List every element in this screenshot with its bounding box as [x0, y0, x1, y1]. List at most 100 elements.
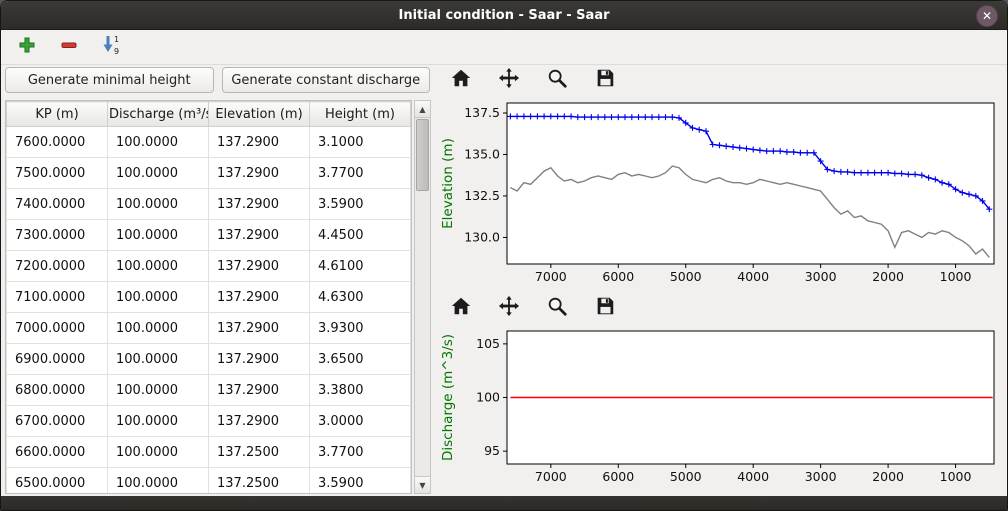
table-cell[interactable]: 137.2500: [209, 437, 310, 468]
table-cell[interactable]: 137.2900: [209, 375, 310, 406]
close-button[interactable]: ✕: [976, 5, 998, 27]
table-cell[interactable]: 137.2900: [209, 158, 310, 189]
table-row[interactable]: 7000.0000100.0000137.29003.9300: [7, 313, 411, 344]
column-header-discharge[interactable]: Discharge (m³/s): [108, 102, 209, 127]
column-header-kp[interactable]: KP (m): [7, 102, 108, 127]
add-row-button[interactable]: [13, 33, 41, 61]
table-cell[interactable]: 100.0000: [108, 406, 209, 437]
home-button[interactable]: [447, 66, 475, 94]
table-cell[interactable]: 4.4500: [310, 220, 411, 251]
main-toolbar: 1 9: [1, 30, 1007, 65]
svg-text:5000: 5000: [670, 269, 702, 284]
arrow-down-icon: ▼: [419, 481, 425, 490]
column-header-elevation[interactable]: Elevation (m): [209, 102, 310, 127]
generate-minimal-height-button[interactable]: Generate minimal height: [5, 67, 214, 93]
table-row[interactable]: 7200.0000100.0000137.29004.6100: [7, 251, 411, 282]
discharge-chart[interactable]: 700060005000400030002000100095100105Disc…: [437, 324, 1003, 492]
home-button[interactable]: [447, 294, 475, 322]
table-cell[interactable]: 7300.0000: [7, 220, 108, 251]
generate-constant-discharge-button[interactable]: Generate constant discharge: [222, 67, 431, 93]
table-cell[interactable]: 3.3800: [310, 375, 411, 406]
table-cell[interactable]: 7600.0000: [7, 127, 108, 158]
scroll-down-button[interactable]: ▼: [415, 476, 430, 493]
table-row[interactable]: 7300.0000100.0000137.29004.4500: [7, 220, 411, 251]
pan-button[interactable]: [495, 66, 523, 94]
table-cell[interactable]: 7500.0000: [7, 158, 108, 189]
table-cell[interactable]: 3.1000: [310, 127, 411, 158]
table-cell[interactable]: 100.0000: [108, 158, 209, 189]
table-cell[interactable]: 137.2900: [209, 251, 310, 282]
table-cell[interactable]: 100.0000: [108, 437, 209, 468]
table-cell[interactable]: 3.5900: [310, 468, 411, 495]
table-row[interactable]: 7400.0000100.0000137.29003.5900: [7, 189, 411, 220]
table-cell[interactable]: 3.5900: [310, 189, 411, 220]
table-cell[interactable]: 6800.0000: [7, 375, 108, 406]
save-button[interactable]: [591, 294, 619, 322]
table-cell[interactable]: 137.2900: [209, 189, 310, 220]
table-cell[interactable]: 3.7700: [310, 437, 411, 468]
table-cell[interactable]: 100.0000: [108, 344, 209, 375]
zoom-button[interactable]: [543, 66, 571, 94]
table-cell[interactable]: 4.6300: [310, 282, 411, 313]
table-cell[interactable]: 100.0000: [108, 375, 209, 406]
table-row[interactable]: 6600.0000100.0000137.25003.7700: [7, 437, 411, 468]
table-cell[interactable]: 137.2900: [209, 220, 310, 251]
table-cell[interactable]: 137.2900: [209, 313, 310, 344]
svg-text:5000: 5000: [670, 469, 702, 484]
table-cell[interactable]: 7000.0000: [7, 313, 108, 344]
svg-text:4000: 4000: [737, 469, 769, 484]
column-header-height[interactable]: Height (m): [310, 102, 411, 127]
title-bar[interactable]: Initial condition - Saar - Saar ✕: [1, 1, 1007, 30]
table-cell[interactable]: 137.2900: [209, 282, 310, 313]
table-cell[interactable]: 100.0000: [108, 220, 209, 251]
svg-text:135.0: 135.0: [464, 146, 500, 161]
svg-text:2000: 2000: [872, 269, 904, 284]
scroll-up-button[interactable]: ▲: [415, 101, 430, 118]
table-row[interactable]: 6900.0000100.0000137.29003.6500: [7, 344, 411, 375]
svg-text:Discharge (m^3/s): Discharge (m^3/s): [440, 334, 456, 461]
table-cell[interactable]: 100.0000: [108, 127, 209, 158]
generate-buttons-row: Generate minimal height Generate constan…: [1, 64, 434, 99]
table-cell[interactable]: 6500.0000: [7, 468, 108, 495]
table-cell[interactable]: 6900.0000: [7, 344, 108, 375]
table-cell[interactable]: 3.9300: [310, 313, 411, 344]
table-row[interactable]: 7500.0000100.0000137.29003.7700: [7, 158, 411, 189]
table-cell[interactable]: 7400.0000: [7, 189, 108, 220]
table-cell[interactable]: 3.0000: [310, 406, 411, 437]
table-cell[interactable]: 3.6500: [310, 344, 411, 375]
table-cell[interactable]: 100.0000: [108, 282, 209, 313]
table-cell[interactable]: 137.2500: [209, 468, 310, 495]
save-button[interactable]: [591, 66, 619, 94]
table-cell[interactable]: 3.7700: [310, 158, 411, 189]
table-cell[interactable]: 137.2900: [209, 127, 310, 158]
table-cell[interactable]: 137.2900: [209, 406, 310, 437]
table-cell[interactable]: 100.0000: [108, 251, 209, 282]
table-cell[interactable]: 100.0000: [108, 468, 209, 495]
scrollbar-thumb[interactable]: [416, 119, 429, 191]
arrow-up-icon: ▲: [419, 105, 425, 114]
table-scrollbar[interactable]: ▲ ▼: [414, 100, 431, 494]
table-cell[interactable]: 7100.0000: [7, 282, 108, 313]
table-row[interactable]: 6500.0000100.0000137.25003.5900: [7, 468, 411, 495]
table-cell[interactable]: 137.2900: [209, 344, 310, 375]
sort-button[interactable]: 1 9: [97, 33, 125, 61]
table-cell[interactable]: 4.6100: [310, 251, 411, 282]
pan-button[interactable]: [495, 294, 523, 322]
zoom-button[interactable]: [543, 294, 571, 322]
table-cell[interactable]: 6700.0000: [7, 406, 108, 437]
table-row[interactable]: 6700.0000100.0000137.29003.0000: [7, 406, 411, 437]
table-cell[interactable]: 7200.0000: [7, 251, 108, 282]
table-row[interactable]: 6800.0000100.0000137.29003.3800: [7, 375, 411, 406]
pan-icon: [498, 295, 520, 321]
discharge-plot-toolbar: [437, 292, 1005, 324]
elevation-chart[interactable]: 7000600050004000300020001000130.0132.513…: [437, 96, 1003, 292]
table-header: KP (m) Discharge (m³/s) Elevation (m) He…: [7, 102, 411, 127]
magnifier-icon: [546, 295, 568, 321]
plus-icon: [17, 35, 37, 59]
table-row[interactable]: 7600.0000100.0000137.29003.1000: [7, 127, 411, 158]
remove-row-button[interactable]: [55, 33, 83, 61]
table-cell[interactable]: 100.0000: [108, 189, 209, 220]
table-cell[interactable]: 100.0000: [108, 313, 209, 344]
table-row[interactable]: 7100.0000100.0000137.29004.6300: [7, 282, 411, 313]
table-cell[interactable]: 6600.0000: [7, 437, 108, 468]
